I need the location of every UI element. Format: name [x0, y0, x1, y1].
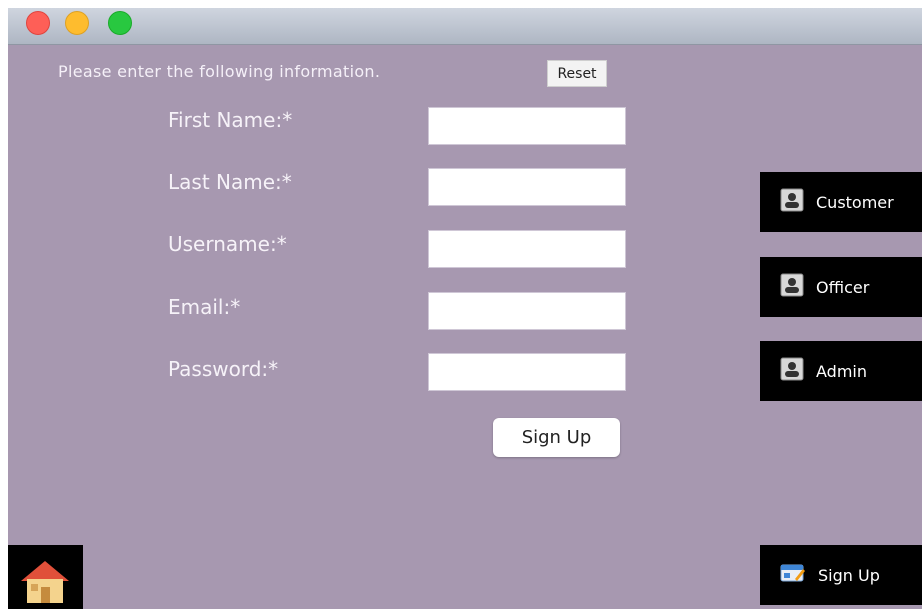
- last-name-label: Last Name:*: [168, 170, 292, 194]
- sidebar-item-admin[interactable]: Admin: [760, 341, 922, 401]
- home-button[interactable]: [8, 545, 83, 609]
- sign-up-button[interactable]: Sign Up: [493, 418, 620, 457]
- email-label: Email:*: [168, 295, 241, 319]
- instructions-text: Please enter the following information.: [58, 62, 381, 81]
- first-name-field[interactable]: [428, 107, 626, 145]
- sidebar-item-label: Sign Up: [818, 565, 880, 585]
- password-label: Password:*: [168, 357, 279, 381]
- sidebar-item-label: Customer: [816, 192, 894, 212]
- last-name-field[interactable]: [428, 168, 626, 206]
- first-name-label: First Name:*: [168, 108, 293, 132]
- sidebar-item-sign-up[interactable]: Sign Up: [760, 545, 922, 605]
- title-bar: [8, 8, 922, 45]
- person-icon: [780, 188, 804, 216]
- password-field[interactable]: [428, 353, 626, 391]
- person-icon: [780, 357, 804, 385]
- house-icon: [17, 557, 73, 609]
- zoom-button[interactable]: [108, 11, 132, 35]
- email-field[interactable]: [428, 292, 626, 330]
- minimize-button[interactable]: [65, 11, 89, 35]
- username-label: Username:*: [168, 232, 287, 256]
- sidebar-item-label: Officer: [816, 277, 870, 297]
- app-window: Please enter the following information. …: [8, 8, 922, 609]
- signup-card-icon: [780, 561, 806, 589]
- sidebar-item-label: Admin: [816, 361, 867, 381]
- sidebar-item-officer[interactable]: Officer: [760, 257, 922, 317]
- username-field[interactable]: [428, 230, 626, 268]
- sidebar-item-customer[interactable]: Customer: [760, 172, 922, 232]
- person-icon: [780, 273, 804, 301]
- reset-button[interactable]: Reset: [547, 60, 607, 87]
- close-button[interactable]: [26, 11, 50, 35]
